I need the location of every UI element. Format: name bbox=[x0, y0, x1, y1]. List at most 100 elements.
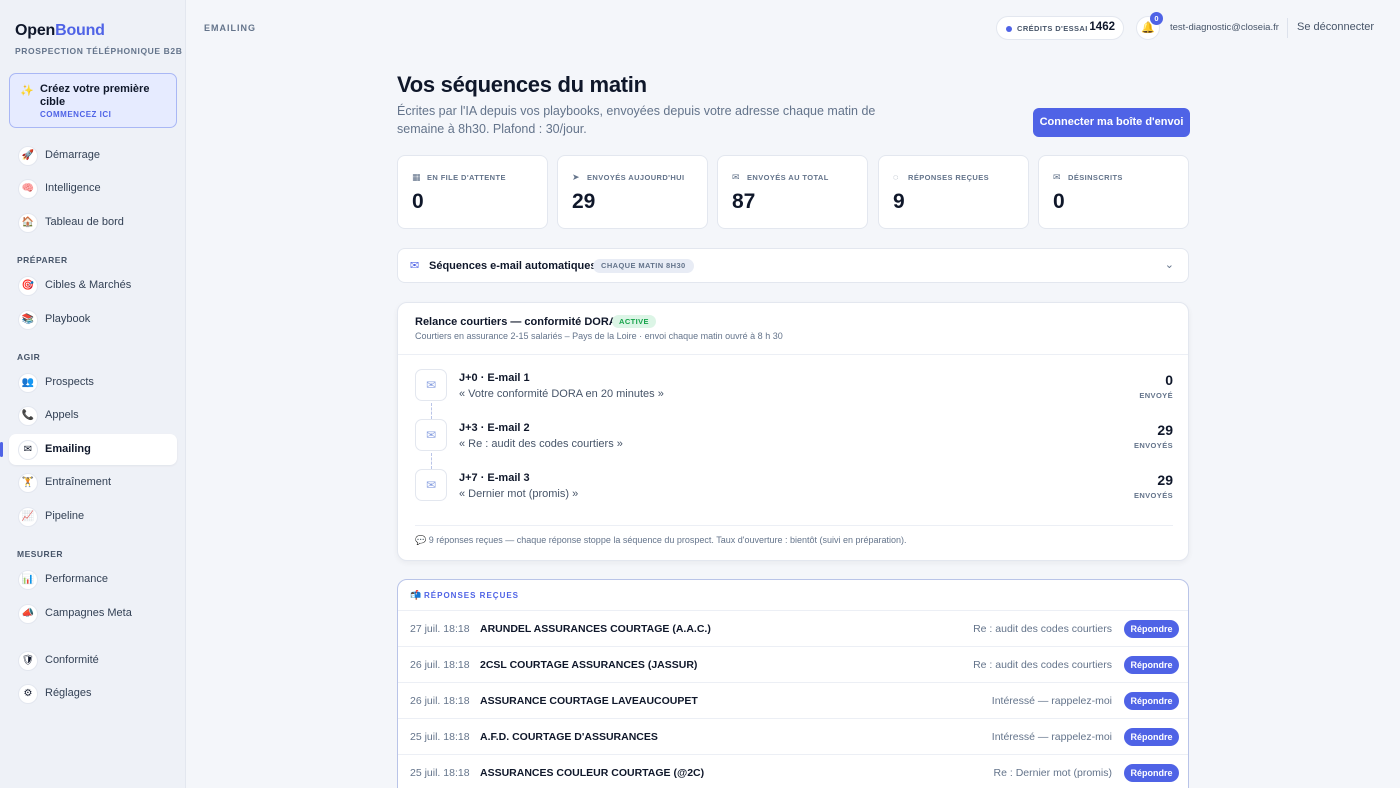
home-icon: 🏠 bbox=[18, 213, 38, 233]
stat-value: 0 bbox=[1053, 190, 1065, 213]
logout-link[interactable]: Se déconnecter bbox=[1297, 21, 1374, 33]
step-count-label: ENVOYÉ bbox=[1139, 391, 1173, 400]
sequence-card: Relance courtiers — conformité DORA ACTI… bbox=[397, 302, 1189, 561]
envelope-icon: ✉ bbox=[18, 440, 38, 460]
sequences-accordion[interactable]: ✉ Séquences e-mail automatiques CHAQUE M… bbox=[397, 248, 1189, 283]
replies-header: 📬 RÉPONSES REÇUES bbox=[398, 580, 1188, 611]
sequence-footer-note: 💬 9 réponses reçues — chaque réponse sto… bbox=[415, 535, 907, 545]
sidebar-item-performance[interactable]: 📊 Performance bbox=[9, 564, 177, 595]
sidebar-item-demarrage[interactable]: 🚀 Démarrage bbox=[9, 140, 177, 171]
sequence-description: Courtiers en assurance 2-15 salariés – P… bbox=[415, 331, 783, 341]
sidebar-item-label: Appels bbox=[45, 409, 79, 421]
user-email: test-diagnostic@closeia.fr bbox=[1170, 22, 1279, 33]
send-icon: ➤ bbox=[572, 172, 580, 182]
sidebar-item-reglages[interactable]: ⚙ Réglages bbox=[9, 678, 177, 709]
mailbox-icon: 📬 bbox=[410, 590, 422, 600]
sidebar-item-label: Pipeline bbox=[45, 510, 85, 522]
sidebar-item-conformite[interactable]: 🛡 Conformité bbox=[9, 645, 177, 676]
sequences-title: Séquences e-mail automatiques bbox=[429, 260, 597, 272]
sidebar-item-pipeline[interactable]: 📈 Pipeline bbox=[9, 501, 177, 532]
trial-credits-badge[interactable]: CRÉDITS D'ESSAI 1462 bbox=[996, 16, 1124, 40]
reply-date: 26 juil. 18:18 bbox=[410, 695, 470, 707]
reply-company: ASSURANCES COULEUR COURTAGE (@2C) bbox=[480, 767, 705, 779]
stat-value: 87 bbox=[732, 190, 756, 213]
chart-up-icon: 📈 bbox=[18, 507, 38, 527]
reply-date: 25 juil. 18:18 bbox=[410, 731, 470, 743]
gear-icon: ⚙ bbox=[18, 684, 38, 704]
chevron-down-icon[interactable]: ⌄ bbox=[1165, 258, 1174, 271]
sidebar-item-prospects[interactable]: 👥 Prospects bbox=[9, 367, 177, 398]
sidebar-item-campagnes-meta[interactable]: 📣 Campagnes Meta bbox=[9, 598, 177, 629]
envelope-icon: ✉ bbox=[415, 419, 447, 451]
sidebar-item-emailing[interactable]: ✉ Emailing bbox=[0, 434, 177, 465]
reply-company: A.F.D. COURTAGE D'ASSURANCES bbox=[480, 731, 658, 743]
stat-card-unsubscribed: ✉ DÉSINSCRITS 0 bbox=[1038, 155, 1189, 229]
topbar-divider bbox=[1287, 18, 1288, 38]
table-row[interactable]: 26 juil. 18:18 ASSURANCE COURTAGE LAVEAU… bbox=[398, 683, 1188, 719]
reply-button[interactable]: Répondre bbox=[1124, 728, 1179, 746]
sidebar-item-playbook[interactable]: 📚 Playbook bbox=[9, 304, 177, 335]
divider bbox=[398, 354, 1188, 355]
timeline-connector bbox=[431, 403, 432, 419]
create-target-card[interactable]: ✨ Créez votre première cible COMMENCEZ I… bbox=[9, 73, 177, 128]
reply-button[interactable]: Répondre bbox=[1124, 656, 1179, 674]
reply-subject: Re : Dernier mot (promis) bbox=[993, 767, 1112, 779]
reply-button[interactable]: Répondre bbox=[1124, 692, 1179, 710]
sidebar-item-intelligence[interactable]: 🧠 Intelligence bbox=[9, 173, 177, 204]
step-count: 29 bbox=[1157, 472, 1173, 488]
section-label-agir: AGIR bbox=[17, 352, 41, 362]
brand-name-part1: Open bbox=[15, 22, 56, 39]
reply-date: 25 juil. 18:18 bbox=[410, 767, 470, 779]
start-here-link[interactable]: COMMENCEZ ICI bbox=[40, 110, 111, 119]
stat-value: 29 bbox=[572, 190, 596, 213]
credits-value: 1462 bbox=[1089, 21, 1115, 33]
reply-company: ARUNDEL ASSURANCES COURTAGE (A.A.C.) bbox=[480, 623, 711, 635]
sidebar-item-label: Emailing bbox=[45, 443, 91, 455]
reply-subject: Intéressé — rappelez-moi bbox=[991, 695, 1112, 707]
brand-logo[interactable]: OpenBound bbox=[15, 22, 105, 40]
reply-company: ASSURANCE COURTAGE LAVEAUCOUPET bbox=[480, 695, 698, 707]
rocket-icon: 🚀 bbox=[18, 146, 38, 166]
sequence-step[interactable]: ✉ J+3 · E-mail 2 « Re : audit des codes … bbox=[415, 419, 1173, 453]
sidebar-item-tableau-de-bord[interactable]: 🏠 Tableau de bord bbox=[9, 207, 177, 238]
section-label-preparer: PRÉPARER bbox=[17, 255, 68, 265]
step-name: J+0 · E-mail 1 bbox=[459, 372, 530, 384]
reply-button[interactable]: Répondre bbox=[1124, 764, 1179, 782]
sidebar-item-entrainement[interactable]: 🏋 Entraînement bbox=[9, 467, 177, 498]
sidebar-item-label: Réglages bbox=[45, 687, 92, 699]
sequence-title[interactable]: Relance courtiers — conformité DORA bbox=[415, 316, 617, 328]
sequence-step[interactable]: ✉ J+0 · E-mail 1 « Votre conformité DORA… bbox=[415, 369, 1173, 403]
connect-mailbox-button[interactable]: Connecter ma boîte d'envoi bbox=[1033, 108, 1190, 137]
reply-button[interactable]: Répondre bbox=[1124, 620, 1179, 638]
sidebar-item-label: Cibles & Marchés bbox=[45, 279, 132, 291]
sidebar-item-label: Prospects bbox=[45, 376, 94, 388]
sidebar-item-label: Démarrage bbox=[45, 149, 101, 161]
brand-name-part2: Bound bbox=[55, 22, 105, 39]
bar-chart-icon: 📊 bbox=[18, 570, 38, 590]
breadcrumb: EMAILING bbox=[204, 23, 256, 33]
table-row[interactable]: 25 juil. 18:18 ASSURANCES COULEUR COURTA… bbox=[398, 755, 1188, 788]
stat-label: ENVOYÉS AU TOTAL bbox=[747, 173, 829, 182]
step-count-label: ENVOYÉS bbox=[1133, 491, 1173, 500]
reply-company: 2CSL COURTAGE ASSURANCES (JASSUR) bbox=[480, 659, 698, 671]
reply-date: 26 juil. 18:18 bbox=[410, 659, 470, 671]
sidebar-item-label: Playbook bbox=[45, 313, 91, 325]
brand-subtitle: PROSPECTION TÉLÉPHONIQUE B2B bbox=[15, 46, 183, 56]
table-row[interactable]: 27 juil. 18:18 ARUNDEL ASSURANCES COURTA… bbox=[398, 611, 1188, 647]
target-icon: 🎯 bbox=[18, 276, 38, 296]
table-row[interactable]: 26 juil. 18:18 2CSL COURTAGE ASSURANCES … bbox=[398, 647, 1188, 683]
brain-icon: 🧠 bbox=[18, 179, 38, 199]
users-icon: 👥 bbox=[18, 373, 38, 393]
sequence-step[interactable]: ✉ J+7 · E-mail 3 « Dernier mot (promis) … bbox=[415, 469, 1173, 503]
shield-icon: 🛡 bbox=[18, 651, 38, 671]
books-icon: 📚 bbox=[18, 310, 38, 330]
sidebar-item-appels[interactable]: 📞 Appels bbox=[9, 400, 177, 431]
table-row[interactable]: 25 juil. 18:18 A.F.D. COURTAGE D'ASSURAN… bbox=[398, 719, 1188, 755]
megaphone-icon: 📣 bbox=[18, 604, 38, 624]
stat-label: DÉSINSCRITS bbox=[1068, 173, 1123, 182]
reply-subject: Re : audit des codes courtiers bbox=[973, 659, 1112, 671]
sidebar-item-label: Tableau de bord bbox=[45, 216, 124, 228]
sidebar-item-cibles-marches[interactable]: 🎯 Cibles & Marchés bbox=[9, 270, 177, 301]
timeline-connector bbox=[431, 453, 432, 469]
stat-card-replies: ◌ RÉPONSES REÇUES 9 bbox=[878, 155, 1029, 229]
